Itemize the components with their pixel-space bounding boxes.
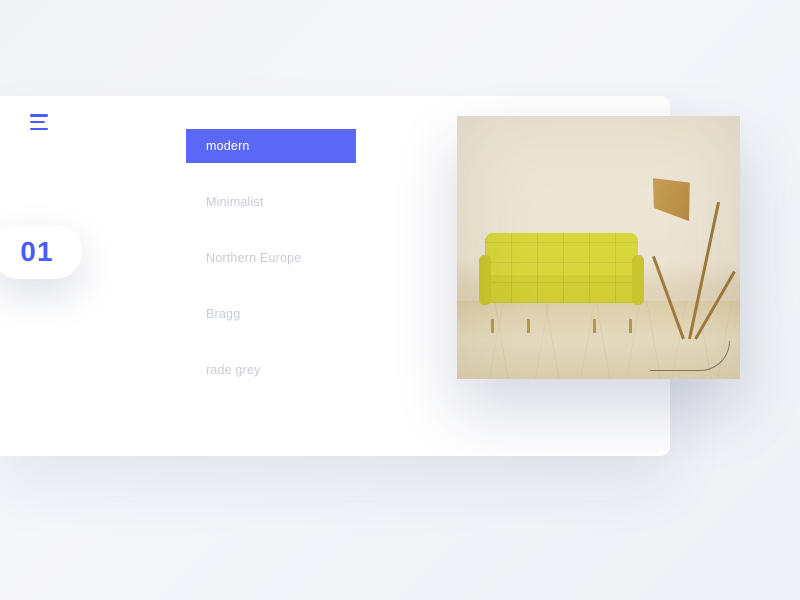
menu-icon[interactable] <box>30 114 50 130</box>
style-item-bragg[interactable]: Bragg <box>186 297 356 331</box>
product-image[interactable] <box>457 116 740 379</box>
style-item-rade-grey[interactable]: rade grey <box>186 353 356 387</box>
style-list: modern Minimalist Northern Europe Bragg … <box>186 129 356 409</box>
lamp-illustration <box>648 179 718 339</box>
style-item-northern-europe[interactable]: Northern Europe <box>186 241 356 275</box>
style-item-minimalist[interactable]: Minimalist <box>186 185 356 219</box>
style-item-modern[interactable]: modern <box>186 129 356 163</box>
sofa-illustration <box>479 233 644 321</box>
page-indicator: 01 <box>0 225 82 279</box>
page-number: 01 <box>20 236 53 268</box>
